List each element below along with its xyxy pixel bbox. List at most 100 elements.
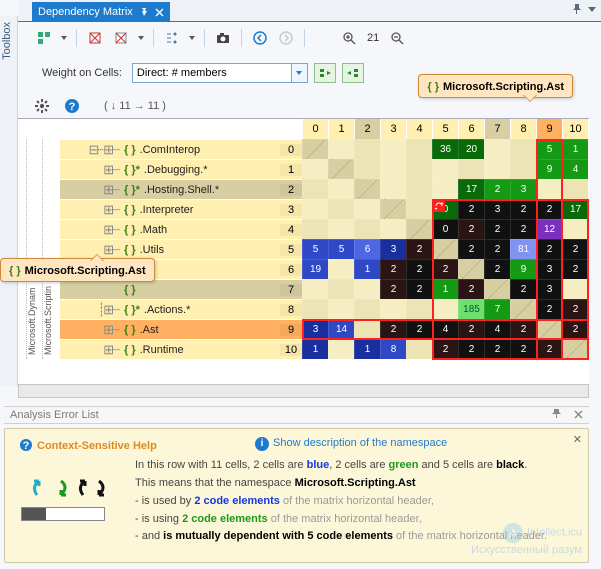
col-header-4[interactable]: 4 [406, 119, 432, 139]
cell-4-2[interactable] [354, 219, 380, 239]
expand-cols-button[interactable] [342, 63, 364, 83]
cell-8-4[interactable] [406, 299, 432, 319]
cell-3-8[interactable]: 2 [510, 199, 536, 219]
expand-rows-button[interactable] [314, 63, 336, 83]
camera-button[interactable] [213, 28, 233, 48]
forward-button[interactable] [276, 28, 296, 48]
cell-3-1[interactable] [328, 199, 354, 219]
cell-0-10[interactable]: 1 [562, 139, 588, 159]
dropdown-icon[interactable] [137, 31, 145, 45]
cell-1-7[interactable] [484, 159, 510, 179]
row-header-9[interactable]: ⊞┈{ }.Ast9 [60, 319, 302, 339]
cell-1-9[interactable]: 9 [536, 159, 562, 179]
cell-7-9[interactable]: 3 [536, 279, 562, 299]
col-header-5[interactable]: 5 [432, 119, 458, 139]
tree-expand-icon[interactable]: ⊞┈ [60, 322, 120, 338]
cell-2-8[interactable]: 3 [510, 179, 536, 199]
cell-2-1[interactable] [328, 179, 354, 199]
cell-8-8[interactable] [510, 299, 536, 319]
cell-1-10[interactable]: 4 [562, 159, 588, 179]
cell-9-7[interactable]: 4 [484, 319, 510, 339]
cell-3-0[interactable] [302, 199, 328, 219]
cell-7-4[interactable]: 2 [406, 279, 432, 299]
tree-collapse-button[interactable] [162, 28, 182, 48]
cell-10-8[interactable]: 2 [510, 339, 536, 359]
tree-expand-icon[interactable]: ⊟┈⊞┈ [60, 142, 120, 158]
tree-expand-icon[interactable]: ⊞┈ [60, 222, 120, 238]
cell-8-0[interactable] [302, 299, 328, 319]
unpin-tab-icon[interactable] [139, 7, 149, 17]
cell-10-5[interactable]: 2 [432, 339, 458, 359]
cell-9-1[interactable]: 14 [328, 319, 354, 339]
cell-5-8[interactable]: 81 [510, 239, 536, 259]
cell-5-0[interactable]: 5 [302, 239, 328, 259]
cell-6-10[interactable]: 2 [562, 259, 588, 279]
layout-button[interactable] [34, 28, 54, 48]
back-button[interactable] [250, 28, 270, 48]
row-header-0[interactable]: ⊟┈⊞┈{ }.ComInterop0 [60, 139, 302, 159]
close-icon[interactable] [574, 410, 583, 419]
cell-8-5[interactable] [432, 299, 458, 319]
col-header-1[interactable]: 1 [328, 119, 354, 139]
cell-3-10[interactable]: 17 [562, 199, 588, 219]
cell-1-4[interactable] [406, 159, 432, 179]
cell-0-6[interactable]: 20 [458, 139, 484, 159]
cell-0-2[interactable] [354, 139, 380, 159]
cell-6-1[interactable] [328, 259, 354, 279]
cell-10-6[interactable]: 2 [458, 339, 484, 359]
cell-6-5[interactable]: 2 [432, 259, 458, 279]
cell-3-7[interactable]: 3 [484, 199, 510, 219]
row-header-3[interactable]: ⊞┈{ }.Interpreter3 [60, 199, 302, 219]
remove-button[interactable] [111, 28, 131, 48]
cell-6-0[interactable]: 19 [302, 259, 328, 279]
cell-3-2[interactable] [354, 199, 380, 219]
col-header-0[interactable]: 0 [302, 119, 328, 139]
cell-9-10[interactable]: 2 [562, 319, 588, 339]
cell-10-2[interactable]: 1 [354, 339, 380, 359]
cell-4-4[interactable] [406, 219, 432, 239]
cell-0-5[interactable]: 36 [432, 139, 458, 159]
help-link[interactable]: iShow description of the namespace [255, 437, 447, 451]
cell-2-2[interactable] [354, 179, 380, 199]
horizontal-scrollbar[interactable] [18, 384, 589, 398]
row-header-10[interactable]: ⊞┈{ }.Runtime10 [60, 339, 302, 359]
cell-6-8[interactable]: 9 [510, 259, 536, 279]
cell-10-7[interactable]: 2 [484, 339, 510, 359]
col-header-9[interactable]: 9 [536, 119, 562, 139]
col-header-2[interactable]: 2 [354, 119, 380, 139]
cell-2-7[interactable]: 2 [484, 179, 510, 199]
tree-expand-icon[interactable]: ⊞┈ [60, 182, 120, 198]
tree-col-1[interactable]: Microsoft.Scriptin [42, 139, 58, 359]
cell-0-0[interactable] [302, 139, 328, 159]
cell-5-2[interactable]: 6 [354, 239, 380, 259]
cell-8-1[interactable] [328, 299, 354, 319]
cell-9-8[interactable]: 2 [510, 319, 536, 339]
cell-2-6[interactable]: 17 [458, 179, 484, 199]
cell-0-9[interactable]: 5 [536, 139, 562, 159]
cell-7-6[interactable]: 2 [458, 279, 484, 299]
cell-2-10[interactable] [562, 179, 588, 199]
cell-5-3[interactable]: 3 [380, 239, 406, 259]
chevron-down-icon[interactable] [291, 64, 307, 82]
cell-6-2[interactable]: 1 [354, 259, 380, 279]
cell-1-8[interactable] [510, 159, 536, 179]
cell-5-5[interactable] [432, 239, 458, 259]
row-header-7[interactable]: { }7 [60, 279, 302, 299]
row-header-8[interactable]: ┊⊞┈{ }*.Actions.*8 [60, 299, 302, 319]
remove-red-button[interactable] [85, 28, 105, 48]
tree-expand-icon[interactable]: ⊞┈ [60, 342, 120, 358]
help-button[interactable]: ? [62, 96, 82, 116]
close-tab-icon[interactable] [155, 8, 164, 17]
cell-2-9[interactable] [536, 179, 562, 199]
cell-5-6[interactable]: 2 [458, 239, 484, 259]
cell-7-5[interactable]: 1 [432, 279, 458, 299]
tree-expand-icon[interactable]: ⊞┈ [60, 202, 120, 218]
cell-5-9[interactable]: 2 [536, 239, 562, 259]
tab-dependency-matrix[interactable]: Dependency Matrix [32, 2, 170, 22]
cell-10-4[interactable] [406, 339, 432, 359]
pin-icon[interactable] [551, 408, 562, 419]
cell-2-3[interactable] [380, 179, 406, 199]
cell-4-5[interactable]: 0 [432, 219, 458, 239]
cell-7-1[interactable] [328, 279, 354, 299]
cell-0-8[interactable] [510, 139, 536, 159]
